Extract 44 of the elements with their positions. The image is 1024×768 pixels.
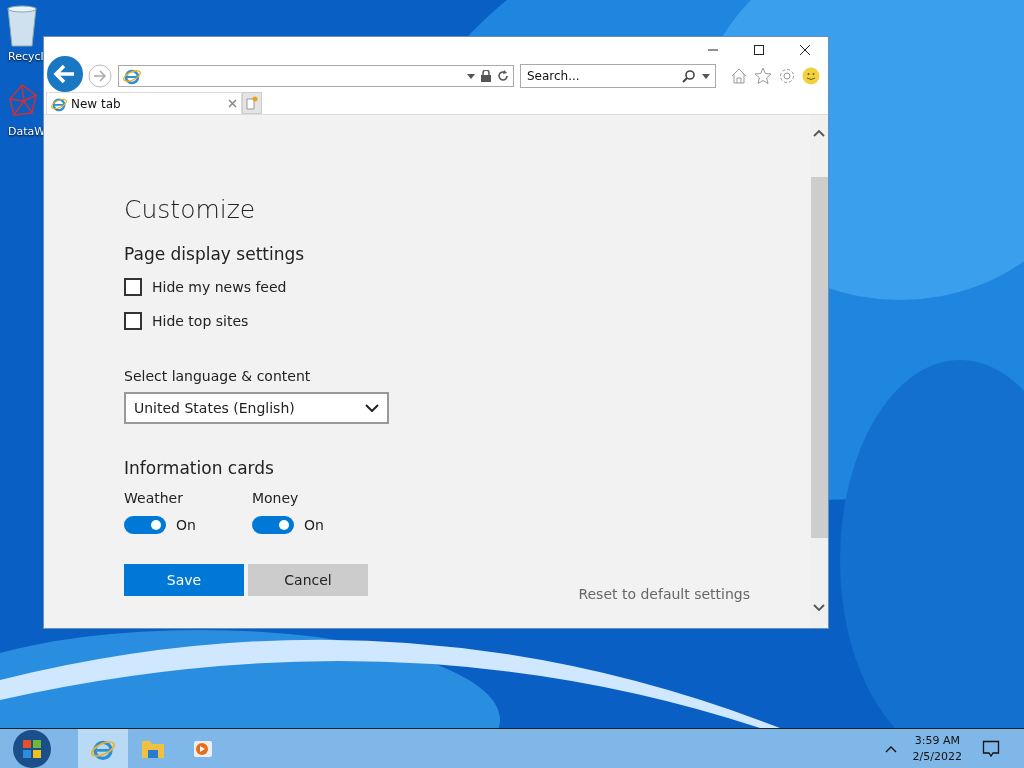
toggle-switch[interactable] xyxy=(251,516,294,534)
language-dropdown[interactable]: United States (English) xyxy=(124,392,389,424)
address-bar[interactable] xyxy=(118,65,514,87)
notification-icon[interactable] xyxy=(982,739,1000,758)
scroll-up-icon[interactable] xyxy=(813,129,825,137)
settings-icon[interactable] xyxy=(778,67,796,85)
section-heading: Information cards xyxy=(124,458,275,478)
search-icon[interactable] xyxy=(682,69,696,83)
save-button[interactable]: Save xyxy=(124,564,244,596)
search-field[interactable]: Search... xyxy=(520,64,716,88)
start-button[interactable] xyxy=(12,728,52,768)
close-icon[interactable] xyxy=(799,44,811,56)
star-icon[interactable] xyxy=(754,67,772,85)
toggle-state: On xyxy=(303,517,324,533)
refresh-icon[interactable] xyxy=(497,70,509,82)
browser-tab[interactable]: New tab xyxy=(46,92,242,114)
section-heading: Page display settings xyxy=(124,244,306,264)
toggle-state: On xyxy=(176,517,196,533)
chevron-down-icon xyxy=(365,404,379,412)
toggle-switch[interactable] xyxy=(124,516,166,534)
toggle-label: Weather xyxy=(124,490,184,506)
page-title: Customize xyxy=(124,195,257,224)
dropdown-icon[interactable] xyxy=(467,73,475,79)
scroll-down-icon[interactable] xyxy=(813,604,825,612)
lock-icon xyxy=(481,70,491,82)
cancel-button[interactable]: Cancel xyxy=(248,564,368,596)
back-button[interactable] xyxy=(46,55,84,93)
checkbox[interactable] xyxy=(124,312,142,330)
desktop-icon-label: Recycl xyxy=(7,50,44,63)
field-label: Select language & content xyxy=(124,368,312,384)
maximize-icon[interactable] xyxy=(753,44,765,56)
checkbox-label: Hide top sites xyxy=(152,313,249,329)
smiley-icon[interactable] xyxy=(802,67,820,85)
checkbox[interactable] xyxy=(124,278,142,296)
chevron-up-icon[interactable] xyxy=(884,744,897,753)
home-icon[interactable] xyxy=(730,67,748,85)
checkbox-label: Hide my news feed xyxy=(152,279,287,295)
clock-date[interactable]: 2/5/2022 xyxy=(912,750,962,763)
clock-time[interactable]: 3:59 AM xyxy=(914,734,960,747)
reset-link[interactable]: Reset to default settings xyxy=(578,586,750,602)
toggle-label: Money xyxy=(251,490,300,506)
browser-taskbar-icon[interactable] xyxy=(78,729,128,768)
dropdown-icon[interactable] xyxy=(702,73,710,79)
browser-logo-icon xyxy=(123,67,141,85)
